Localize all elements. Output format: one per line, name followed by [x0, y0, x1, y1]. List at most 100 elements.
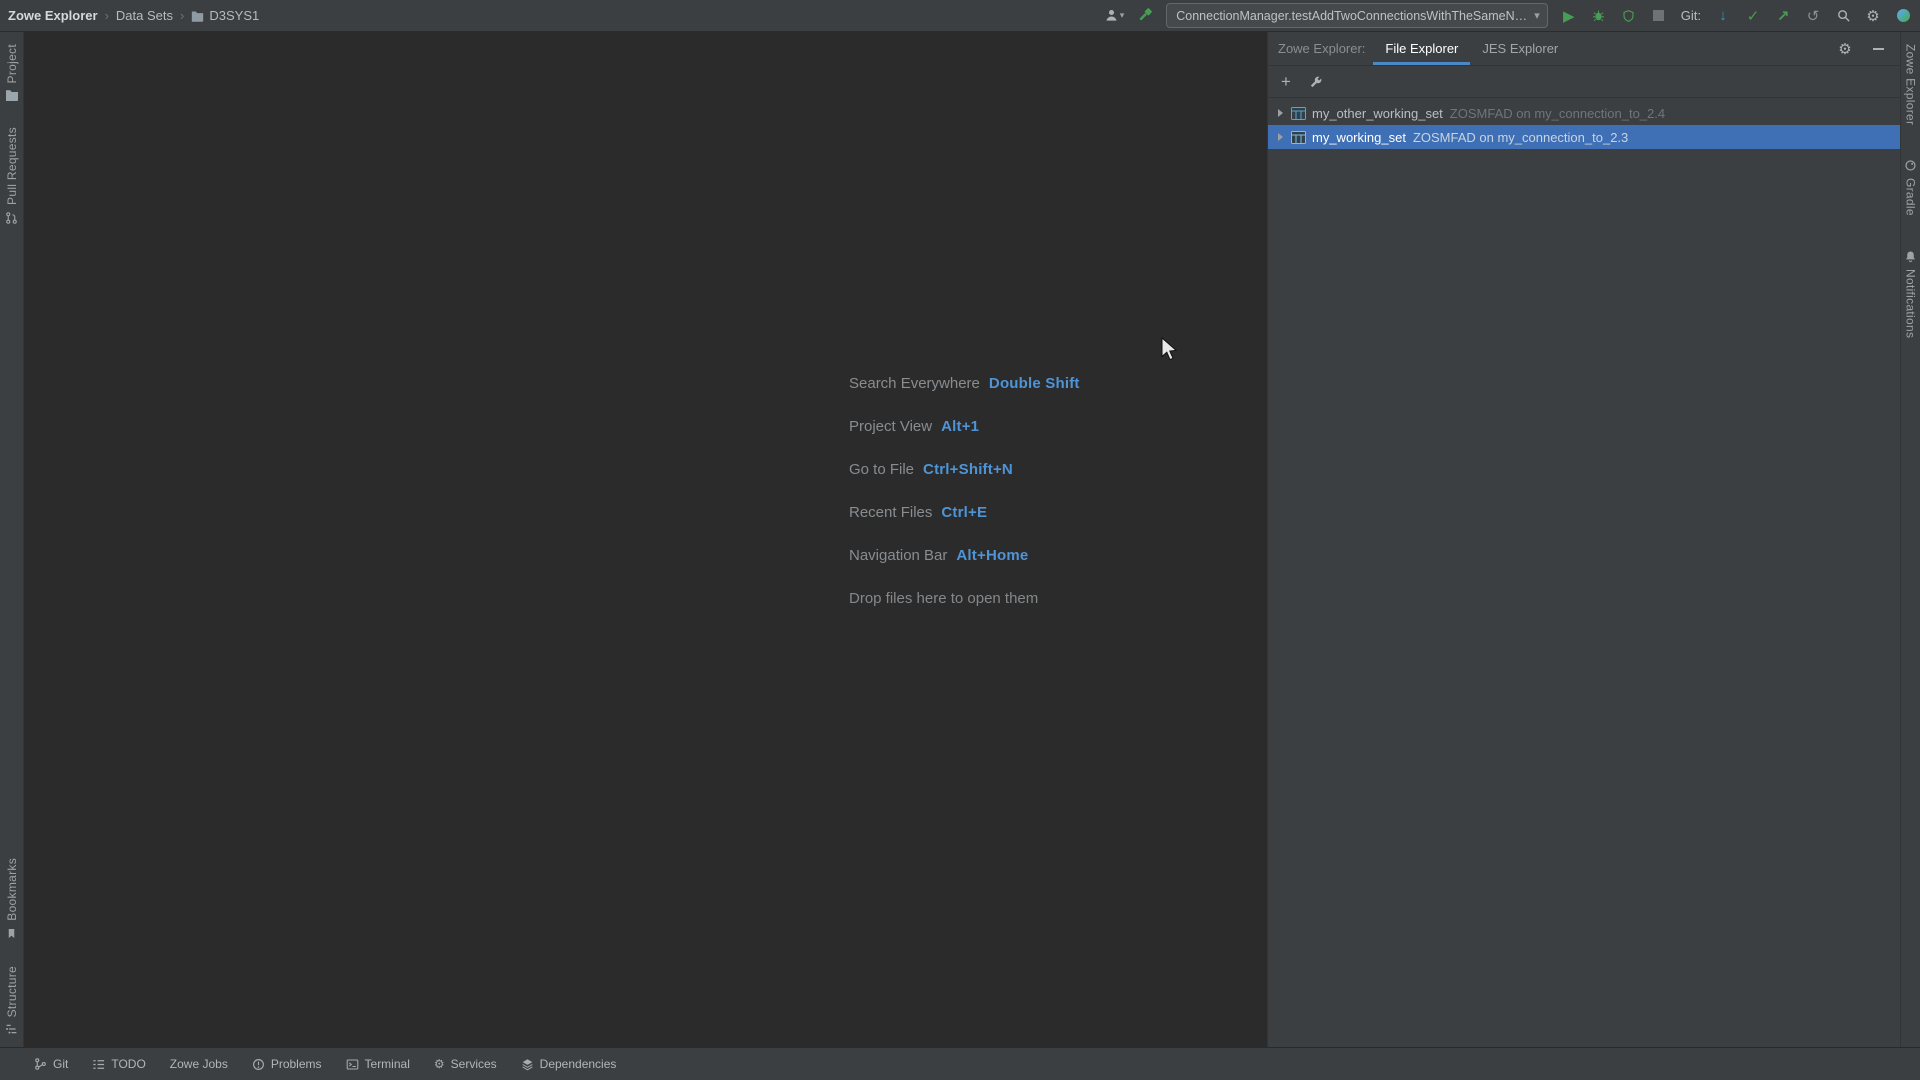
working-set-icon	[1291, 106, 1306, 120]
breadcrumb-data-sets[interactable]: Data Sets	[116, 8, 173, 23]
left-stripe-bottom: Bookmarks Structure	[5, 858, 19, 1035]
status-item-dependencies[interactable]: Dependencies	[521, 1057, 617, 1071]
run-button[interactable]: ▶	[1560, 6, 1578, 26]
run-configuration-select[interactable]: ConnectionManager.testAddTwoConnectionsW…	[1166, 3, 1548, 28]
services-gear-icon: ⚙	[433, 1057, 445, 1071]
sidebar-item-project[interactable]: Project	[4, 44, 19, 102]
status-item-label: Problems	[270, 1057, 322, 1071]
status-item-git[interactable]: Git	[34, 1057, 68, 1071]
status-item-label: Dependencies	[539, 1057, 617, 1071]
chevron-right-icon[interactable]	[1278, 109, 1283, 117]
add-working-set-button[interactable]: +	[1281, 73, 1291, 90]
shortcut-label: Navigation Bar	[849, 547, 948, 564]
panel-header-actions: ⚙	[1836, 32, 1900, 65]
shortcut-row: Project View Alt+1	[849, 405, 1080, 448]
status-item-label: Zowe Jobs	[169, 1057, 228, 1071]
panel-settings-button[interactable]: ⚙	[1836, 39, 1854, 59]
editor-shortcut-hints: Search Everywhere Double Shift Project V…	[849, 362, 1080, 620]
status-item-services[interactable]: ⚙ Services	[434, 1057, 497, 1071]
shortcut-keys: Ctrl+Shift+N	[923, 461, 1013, 478]
tree-row-working-set-selected[interactable]: my_working_set ZOSMFAD on my_connection_…	[1268, 125, 1900, 149]
working-set-detail: ZOSMFAD on my_connection_to_2.3	[1412, 129, 1629, 145]
working-set-detail: ZOSMFAD on my_connection_to_2.4	[1449, 105, 1666, 121]
sidebar-item-structure[interactable]: Structure	[5, 966, 19, 1035]
mouse-cursor	[1161, 337, 1178, 361]
tree-row-other-working-set[interactable]: my_other_working_set ZOSMFAD on my_conne…	[1268, 101, 1900, 125]
editor-empty-area: Search Everywhere Double Shift Project V…	[24, 32, 1267, 1047]
wrench-icon	[1310, 76, 1322, 87]
shortcut-keys: Alt+Home	[956, 547, 1029, 564]
chevron-right-icon[interactable]	[1278, 133, 1283, 141]
search-icon	[1837, 10, 1850, 22]
sidebar-item-bookmarks[interactable]: Bookmarks	[5, 858, 19, 940]
search-everywhere-button[interactable]	[1834, 6, 1852, 26]
breadcrumb: Zowe Explorer › Data Sets › D3SYS1	[8, 8, 259, 23]
sidebar-item-notifications[interactable]: Notifications	[1904, 250, 1918, 338]
toolbar-right: ▾ ConnectionManager.testAddTwoConnection…	[1104, 3, 1912, 28]
working-set-name: my_other_working_set	[1312, 105, 1443, 121]
todo-list-icon	[93, 1059, 105, 1069]
gradle-icon	[1905, 160, 1916, 171]
panel-hide-button[interactable]	[1869, 39, 1887, 59]
ide-window: Zowe Explorer › Data Sets › D3SYS1 ▾ Con…	[0, 0, 1920, 1080]
bookmarks-stripe-label: Bookmarks	[4, 857, 19, 921]
working-set-tree: my_other_working_set ZOSMFAD on my_conne…	[1268, 98, 1900, 149]
minimize-icon	[1872, 47, 1884, 50]
zowe-explorer-panel: Zowe Explorer: File Explorer JES Explore…	[1267, 32, 1900, 1047]
tab-jes-explorer[interactable]: JES Explorer	[1470, 32, 1570, 65]
status-item-label: Services	[450, 1057, 497, 1071]
status-sphere-icon	[1896, 9, 1910, 22]
git-commit-button[interactable]: ✓	[1744, 6, 1762, 26]
chevron-separator-icon: ›	[180, 8, 185, 23]
problems-icon	[252, 1058, 264, 1070]
edit-settings-button[interactable]	[1307, 72, 1325, 92]
shield-icon	[1623, 9, 1634, 22]
breadcrumb-dataset-node[interactable]: D3SYS1	[191, 8, 259, 23]
status-bar: Git TODO Zowe Jobs Problems Terminal ⚙ S…	[0, 1047, 1920, 1080]
status-item-zowe-jobs[interactable]: Zowe Jobs	[170, 1057, 228, 1071]
sidebar-item-zowe-explorer[interactable]: Zowe Explorer	[1904, 44, 1918, 125]
status-item-label: Terminal	[364, 1057, 410, 1071]
coverage-button[interactable]	[1620, 6, 1638, 26]
code-with-me-button[interactable]	[1894, 6, 1912, 26]
structure-stripe-label: Structure	[4, 965, 19, 1017]
pull-requests-stripe-label: Pull Requests	[4, 127, 19, 206]
sidebar-item-gradle[interactable]: Gradle	[1904, 159, 1918, 216]
working-set-name: my_working_set	[1312, 129, 1406, 145]
zowe-explorer-stripe-label: Zowe Explorer	[1903, 44, 1918, 126]
drop-files-hint-row: Drop files here to open them	[849, 577, 1080, 620]
notifications-stripe-label: Notifications	[1903, 269, 1918, 339]
build-hammer-button[interactable]	[1136, 6, 1154, 26]
git-update-button[interactable]: ↓	[1714, 6, 1732, 26]
bell-icon	[1906, 251, 1915, 263]
users-dropdown-button[interactable]: ▾	[1104, 6, 1124, 26]
status-item-problems[interactable]: Problems	[252, 1057, 322, 1071]
debug-button[interactable]	[1590, 6, 1608, 26]
shortcut-keys: Double Shift	[988, 375, 1080, 392]
pull-request-icon	[6, 212, 17, 225]
shortcut-row: Recent Files Ctrl+E	[849, 491, 1080, 534]
sidebar-item-pull-requests[interactable]: Pull Requests	[5, 127, 19, 225]
left-stripe-top: Project Pull Requests	[5, 44, 19, 225]
tab-file-explorer[interactable]: File Explorer	[1373, 32, 1471, 65]
main-area: Project Pull Requests Bookmarks Structur…	[0, 32, 1920, 1047]
breadcrumb-project[interactable]: Zowe Explorer	[8, 8, 98, 23]
terminal-icon	[346, 1059, 358, 1069]
dependencies-layers-icon	[522, 1058, 533, 1070]
shortcut-label: Recent Files	[849, 504, 933, 521]
shortcut-row: Search Everywhere Double Shift	[849, 362, 1080, 405]
git-push-button[interactable]: ↗	[1774, 6, 1792, 26]
stop-button[interactable]	[1650, 6, 1668, 26]
project-stripe-label: Project	[4, 44, 19, 84]
status-item-terminal[interactable]: Terminal	[346, 1057, 410, 1071]
shortcut-label: Project View	[849, 418, 933, 435]
status-item-todo[interactable]: TODO	[92, 1057, 146, 1071]
settings-button[interactable]: ⚙	[1864, 6, 1882, 26]
status-item-label: TODO	[111, 1057, 146, 1071]
structure-icon	[6, 1024, 17, 1034]
stop-icon	[1653, 10, 1665, 21]
revert-button[interactable]: ↺	[1804, 6, 1822, 26]
bookmark-icon	[8, 928, 15, 938]
shortcut-row: Navigation Bar Alt+Home	[849, 534, 1080, 577]
shortcut-keys: Ctrl+E	[941, 504, 988, 521]
